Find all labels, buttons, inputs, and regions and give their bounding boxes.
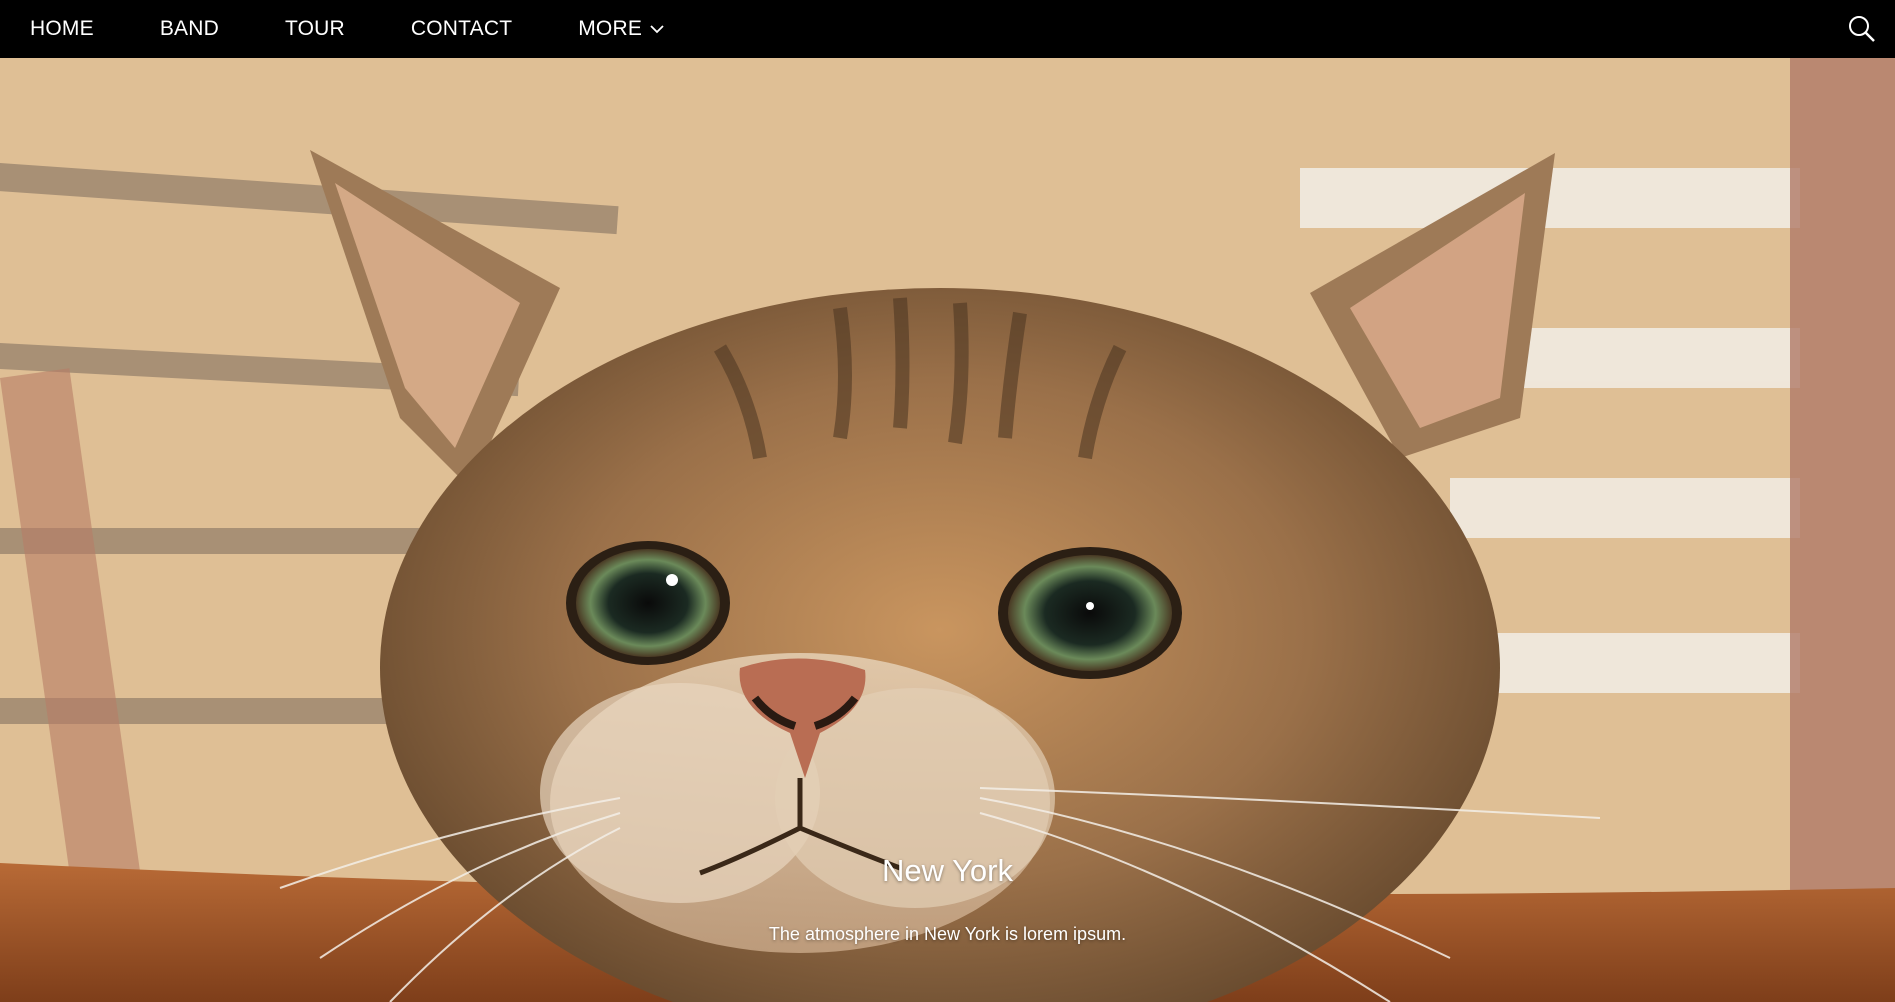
- top-navbar: HOME BAND TOUR CONTACT MORE: [0, 0, 1895, 58]
- nav-band-label: BAND: [159, 17, 219, 40]
- nav-tour-label: TOUR: [284, 17, 345, 40]
- nav-home-label: HOME: [30, 17, 94, 40]
- nav-home-link[interactable]: HOME: [0, 0, 127, 58]
- chevron-down-icon: [650, 25, 664, 34]
- search-icon[interactable]: [1847, 14, 1877, 44]
- hero-slide: New York The atmosphere in New York is l…: [0, 58, 1895, 1002]
- nav-tour-link[interactable]: TOUR: [252, 0, 378, 58]
- nav-more-label: MORE: [578, 17, 643, 40]
- nav-more-dropdown[interactable]: MORE: [545, 0, 697, 58]
- slide-title: New York: [882, 853, 1013, 888]
- nav-contact-label: CONTACT: [410, 17, 513, 40]
- nav-contact-link[interactable]: CONTACT: [378, 0, 545, 58]
- nav-band-link[interactable]: BAND: [127, 0, 252, 58]
- slide-caption: The atmosphere in New York is lorem ipsu…: [768, 924, 1127, 944]
